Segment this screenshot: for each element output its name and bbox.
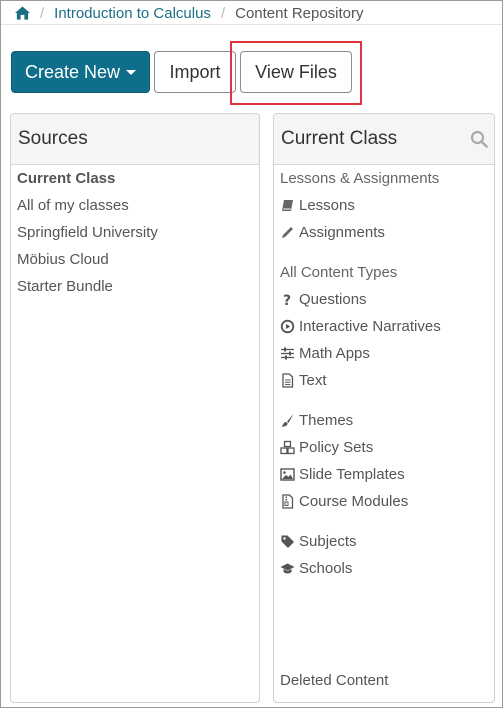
themes-label: Themes (299, 412, 354, 429)
graduation-cap-icon (280, 561, 295, 576)
text-item[interactable]: Text (280, 372, 327, 389)
file-archive-icon (280, 494, 295, 509)
subjects-label: Subjects (299, 533, 357, 550)
slide-templates-item[interactable]: Slide Templates (280, 466, 405, 483)
current-class-panel-header: Current Class (274, 114, 494, 165)
lessons-item[interactable]: Lessons (280, 197, 355, 214)
source-item-starter-bundle[interactable]: Starter Bundle (17, 278, 113, 295)
breadcrumb-divider (1, 24, 502, 25)
schools-item[interactable]: Schools (280, 560, 352, 577)
questions-label: Questions (299, 291, 367, 308)
create-new-button[interactable]: Create New (11, 51, 150, 93)
source-item-springfield[interactable]: Springfield University (17, 224, 158, 241)
question-icon: ? (280, 292, 295, 307)
view-files-highlight-box (230, 41, 362, 105)
course-modules-label: Course Modules (299, 493, 409, 510)
lessons-label: Lessons (299, 197, 355, 214)
import-button[interactable]: Import (154, 51, 236, 93)
slide-templates-label: Slide Templates (299, 466, 405, 483)
math-apps-label: Math Apps (299, 345, 370, 362)
source-item-mobius-cloud[interactable]: Möbius Cloud (17, 251, 109, 268)
breadcrumb-separator: / (220, 4, 226, 22)
subjects-item[interactable]: Subjects (280, 533, 357, 550)
search-icon[interactable] (470, 130, 488, 148)
lessons-assignments-section: Lessons & Assignments (280, 170, 440, 187)
text-label: Text (299, 372, 327, 389)
interactive-narratives-item[interactable]: Interactive Narratives (280, 318, 441, 335)
caret-down-icon (126, 69, 137, 75)
breadcrumb: / Introduction to Calculus / Content Rep… (15, 3, 364, 23)
sources-title: Sources (18, 128, 88, 149)
file-text-icon (280, 373, 295, 388)
assignments-label: Assignments (299, 224, 385, 241)
svg-text:?: ? (283, 293, 291, 307)
schools-label: Schools (299, 560, 353, 577)
all-content-types-section: All Content Types (280, 264, 398, 281)
paintbrush-icon (280, 413, 295, 428)
create-new-label: Create New (24, 61, 121, 82)
current-class-title: Current Class (281, 128, 398, 149)
questions-item[interactable]: ? Questions (280, 291, 367, 308)
book-icon (280, 198, 295, 213)
cubes-icon (280, 440, 295, 455)
sources-panel: Sources Current Class All of my classes … (10, 113, 260, 703)
current-class-panel: Current Class Lessons & Assignments Less… (273, 113, 495, 703)
course-modules-item[interactable]: Course Modules (280, 493, 408, 510)
sliders-icon (280, 346, 295, 361)
breadcrumb-current: Content Repository (235, 4, 364, 22)
interactive-narratives-label: Interactive Narratives (299, 318, 441, 335)
breadcrumb-separator: / (40, 4, 45, 22)
breadcrumb-link-course[interactable]: Introduction to Calculus (54, 5, 211, 22)
themes-item[interactable]: Themes (280, 412, 353, 429)
source-item-current-class[interactable]: Current Class (17, 170, 115, 187)
math-apps-item[interactable]: Math Apps (280, 345, 370, 362)
content-repository-window: / Introduction to Calculus / Content Rep… (0, 0, 503, 708)
assignments-item[interactable]: Assignments (280, 224, 385, 241)
image-icon (280, 467, 295, 482)
deleted-content-item[interactable]: Deleted Content (280, 672, 388, 689)
sources-panel-header: Sources (11, 114, 259, 165)
source-item-all-classes[interactable]: All of my classes (17, 197, 129, 214)
play-circle-icon (280, 319, 295, 334)
policy-sets-item[interactable]: Policy Sets (280, 439, 373, 456)
policy-sets-label: Policy Sets (299, 439, 374, 456)
home-icon[interactable] (15, 6, 30, 20)
tag-icon (280, 534, 295, 549)
pencil-icon (280, 225, 295, 240)
